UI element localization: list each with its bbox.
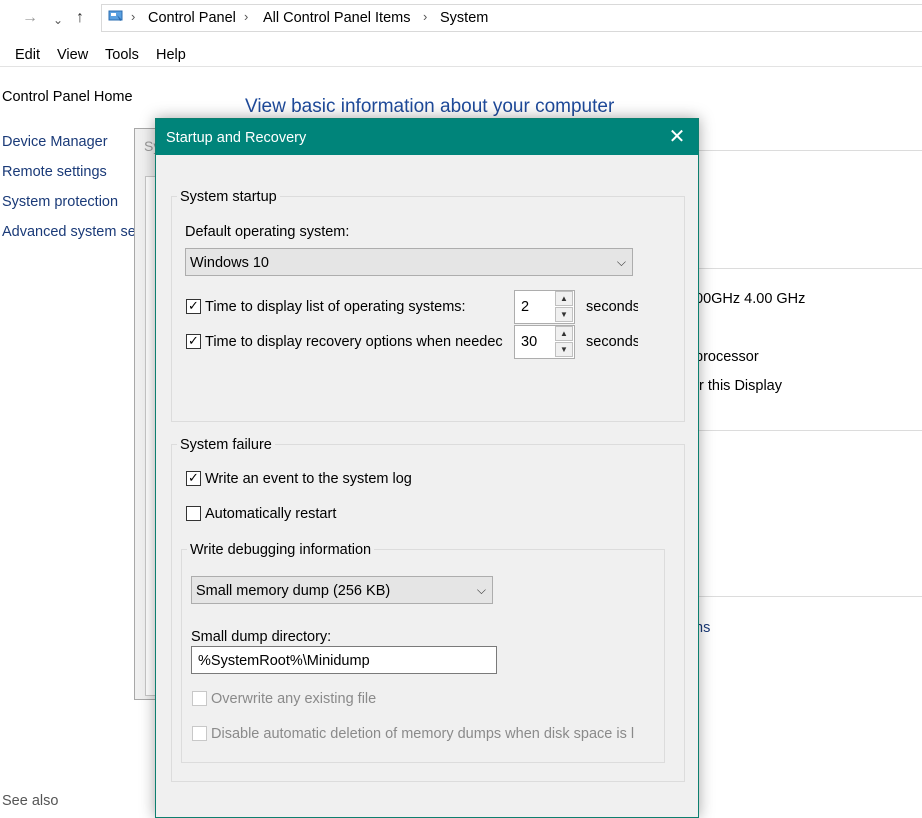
write-event-label: Write an event to the system log [205,471,412,487]
default-os-value: Windows 10 [190,255,269,271]
default-os-label: Default operating system: [185,224,350,240]
processor-text: processor [695,349,759,365]
see-also-heading: See also [2,793,59,809]
spin-down-arrow-icon[interactable]: ▼ [555,307,573,322]
time-recovery-spinner[interactable]: 30 ▲ ▼ [514,325,575,359]
forward-arrow-icon[interactable]: → [22,8,38,28]
system-failure-label: System failure [177,436,275,454]
control-panel-icon [108,9,124,23]
menu-help[interactable]: Help [156,46,186,64]
checkmark-icon: ✓ [188,470,199,485]
sidebar-control-panel-home[interactable]: Control Panel Home [2,88,133,106]
checkmark-icon: ✓ [188,298,199,313]
default-os-dropdown[interactable]: Windows 10 ⌵ [185,248,633,276]
sidebar-item-device-manager[interactable]: Device Manager [2,133,108,151]
section-divider [686,268,922,269]
checkmark-icon: ✓ [188,333,199,348]
spin-down-arrow-icon[interactable]: ▼ [555,342,573,357]
display-text: r this Display [699,378,782,394]
breadcrumb-system[interactable]: System [440,9,488,27]
page-title: View basic information about your comput… [245,96,615,117]
auto-restart-checkbox[interactable] [186,506,201,521]
section-divider [686,430,922,431]
debug-info-label: Write debugging information [187,541,375,559]
disable-delete-label: Disable automatic deletion of memory dum… [211,726,635,742]
seconds-label: seconds [586,299,638,315]
auto-restart-label: Automatically restart [205,506,337,522]
chevron-right-icon: › [131,9,136,24]
time-list-spinner[interactable]: 2 ▲ ▼ [514,290,575,324]
chevron-down-icon[interactable]: ⌄ [53,10,63,30]
menu-divider [0,66,922,67]
chevron-down-icon: ⌵ [616,255,626,269]
dialog-titlebar: Startup and Recovery ✕ [156,119,698,155]
dump-type-dropdown[interactable]: Small memory dump (256 KB) ⌵ [191,576,493,604]
menu-edit[interactable]: Edit [15,46,40,64]
overwrite-label: Overwrite any existing file [211,691,377,707]
spin-up-arrow-icon[interactable]: ▲ [555,326,573,341]
spinner-buttons: ▲ ▼ [554,291,574,323]
overwrite-checkbox[interactable] [192,691,207,706]
system-startup-label: System startup [177,188,280,206]
close-icon[interactable]: ✕ [664,124,690,150]
up-arrow-icon[interactable]: ↑ [76,8,84,28]
spinner-buttons: ▲ ▼ [554,326,574,358]
section-divider [686,596,922,597]
breadcrumb-control-panel[interactable]: Control Panel [148,9,236,27]
dump-dir-value: %SystemRoot%\Minidump [198,653,370,669]
sidebar-item-system-protection[interactable]: System protection [2,193,118,211]
seconds-label: seconds [586,334,638,350]
time-list-label: Time to display list of operating system… [205,299,466,315]
dump-dir-input[interactable]: %SystemRoot%\Minidump [191,646,497,674]
startup-recovery-dialog: Startup and Recovery ✕ System startup De… [155,118,699,818]
chevron-right-icon[interactable]: › [244,8,248,26]
disable-delete-checkbox[interactable] [192,726,207,741]
write-event-checkbox[interactable]: ✓ [186,470,201,486]
spin-up-arrow-icon[interactable]: ▲ [555,291,573,306]
time-recovery-checkbox[interactable]: ✓ [186,333,201,349]
address-bar: → ⌄ ↑ › Control Panel › All Control Pane… [0,0,922,36]
section-divider [686,150,922,151]
chevron-down-icon: ⌵ [476,583,486,597]
time-recovery-value: 30 [521,334,538,350]
sidebar-item-remote-settings[interactable]: Remote settings [2,163,107,181]
breadcrumb-all-items[interactable]: All Control Panel Items [263,9,410,27]
time-list-value: 2 [521,299,530,315]
time-list-checkbox[interactable]: ✓ [186,298,201,314]
dump-dir-label: Small dump directory: [191,629,332,645]
dialog-title: Startup and Recovery [166,130,307,146]
dump-type-value: Small memory dump (256 KB) [196,583,391,599]
menu-view[interactable]: View [57,46,88,64]
menu-tools[interactable]: Tools [105,46,139,64]
cpu-speed-text: 00GHz 4.00 GHz [695,291,806,307]
time-recovery-label: Time to display recovery options when ne… [205,334,503,350]
sidebar-item-advanced-settings[interactable]: Advanced system se [2,223,136,241]
chevron-right-icon[interactable]: › [423,8,427,26]
